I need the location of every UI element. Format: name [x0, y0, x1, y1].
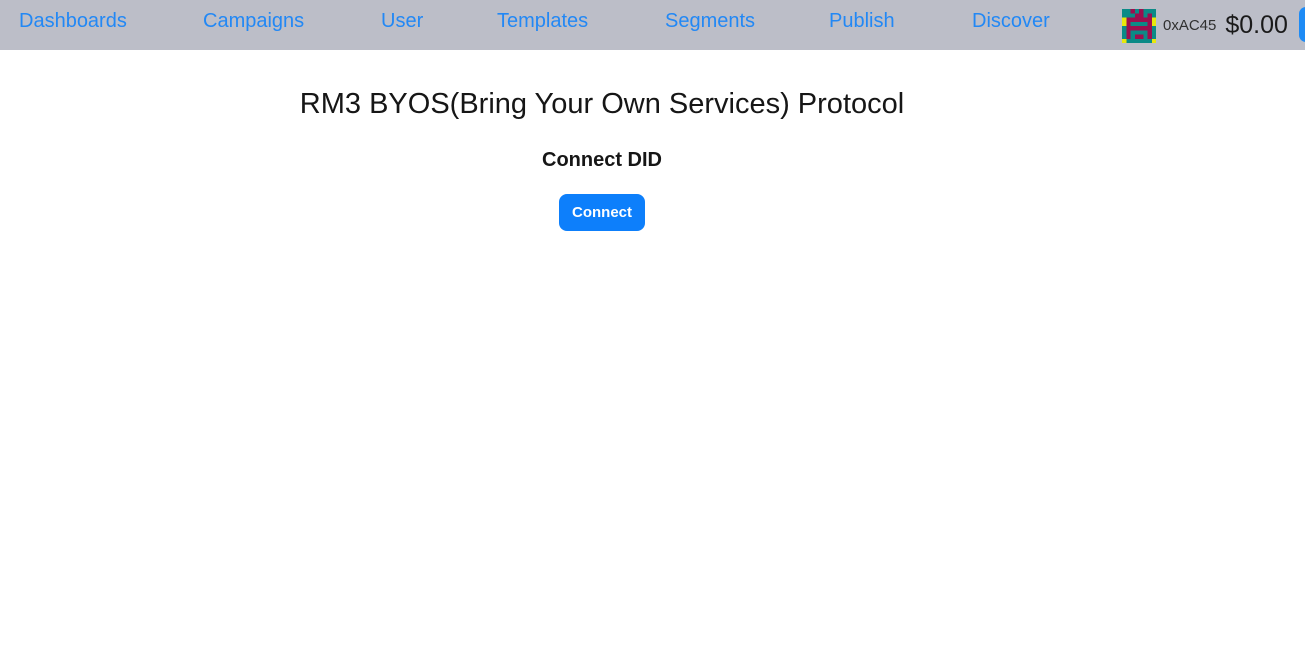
nav-link-user[interactable]: User: [381, 9, 423, 33]
connect-did-heading: Connect DID: [542, 149, 662, 171]
nav-link-discover[interactable]: Discover: [972, 9, 1050, 33]
main-content: RM3 BYOS(Bring Your Own Services) Protoc…: [0, 50, 1305, 663]
wallet-address-label: 0xAC45: [1163, 16, 1217, 34]
top-navigation-bar: Dashboards Campaigns User Templates Segm…: [0, 0, 1305, 50]
nav-link-publish[interactable]: Publish: [829, 9, 895, 33]
nav-edge-action-button[interactable]: [1299, 7, 1305, 42]
account-cluster: 0xAC45 $0.00: [1122, 0, 1288, 50]
connect-button[interactable]: Connect: [559, 194, 645, 231]
page-title: RM3 BYOS(Bring Your Own Services) Protoc…: [299, 88, 905, 120]
nav-link-campaigns[interactable]: Campaigns: [203, 9, 304, 33]
nav-link-templates[interactable]: Templates: [497, 9, 588, 33]
identicon-avatar[interactable]: [1122, 8, 1156, 43]
nav-link-dashboards[interactable]: Dashboards: [19, 9, 127, 33]
nav-link-segments[interactable]: Segments: [665, 9, 755, 33]
wallet-balance-label: $0.00: [1225, 10, 1288, 39]
